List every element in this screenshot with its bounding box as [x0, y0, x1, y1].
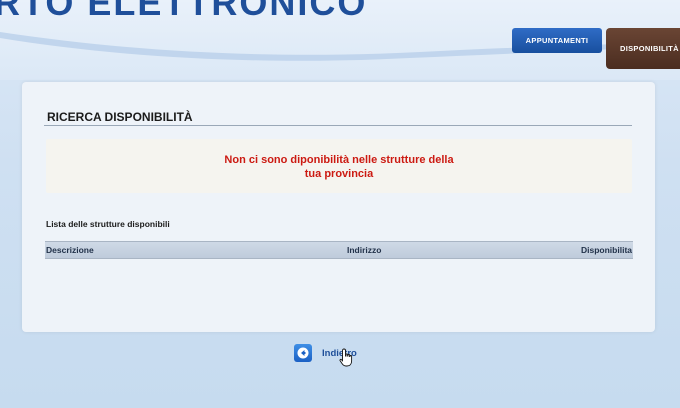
alert-line-2: tua provincia: [304, 168, 374, 180]
column-header-disponibilita[interactable]: Disponibilita: [581, 245, 632, 255]
header: RTO ELETTRONICO APPUNTAMENTI DISPONIBILI…: [0, 0, 680, 80]
tab-disponibilita[interactable]: DISPONIBILITÀ: [606, 28, 680, 69]
hand-pointer-icon: [339, 348, 353, 367]
page-title: RICERCA DISPONIBILITÀ: [47, 110, 193, 124]
arrow-left-icon: [294, 344, 312, 362]
column-header-descrizione[interactable]: Descrizione: [46, 245, 94, 255]
table-header: Descrizione Indirizzo Disponibilita: [45, 241, 633, 259]
column-header-indirizzo[interactable]: Indirizzo: [347, 245, 381, 255]
alert-line-1: Non ci sono diponibilità nelle strutture…: [224, 154, 454, 166]
alert-box: Non ci sono diponibilità nelle strutture…: [46, 139, 632, 193]
tab-appuntamenti[interactable]: APPUNTAMENTI: [512, 28, 602, 53]
title-divider: [44, 125, 632, 126]
app-brand: RTO ELETTRONICO: [0, 0, 368, 23]
list-label: Lista delle strutture disponibili: [46, 219, 170, 229]
alert-message: Non ci sono diponibilità nelle strutture…: [46, 153, 632, 181]
search-panel: RICERCA DISPONIBILITÀ Non ci sono diponi…: [22, 82, 655, 332]
